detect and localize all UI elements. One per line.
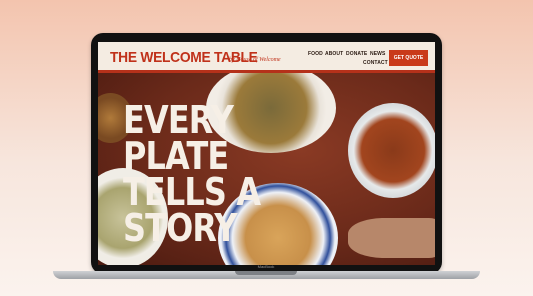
browser-screen: THE WELCOME TABLE by House of Welcome FO… xyxy=(98,42,435,265)
laptop-notch xyxy=(235,271,297,275)
hand xyxy=(348,218,435,258)
hero-line-3: TELLS A xyxy=(123,170,261,214)
device-label: MacBook xyxy=(257,264,275,269)
hero-headline: EVERY PLATE TELLS A STORY xyxy=(123,98,261,250)
nav-food[interactable]: FOOD xyxy=(308,51,323,57)
bowl-stew xyxy=(348,103,435,198)
site-header: THE WELCOME TABLE by House of Welcome FO… xyxy=(98,42,435,73)
brand-tagline: by House of Welcome xyxy=(229,57,281,63)
nav-news[interactable]: NEWS xyxy=(370,51,385,57)
hero-line-4: STORY xyxy=(123,206,237,250)
nav-contact[interactable]: CONTACT xyxy=(363,60,388,66)
hero-line-2: PLATE xyxy=(123,134,229,178)
nav-about[interactable]: ABOUT xyxy=(325,51,343,57)
nav-donate[interactable]: DONATE xyxy=(346,51,367,57)
get-quote-button[interactable]: GET QUOTE xyxy=(389,50,428,66)
hero-line-1: EVERY xyxy=(123,98,234,142)
